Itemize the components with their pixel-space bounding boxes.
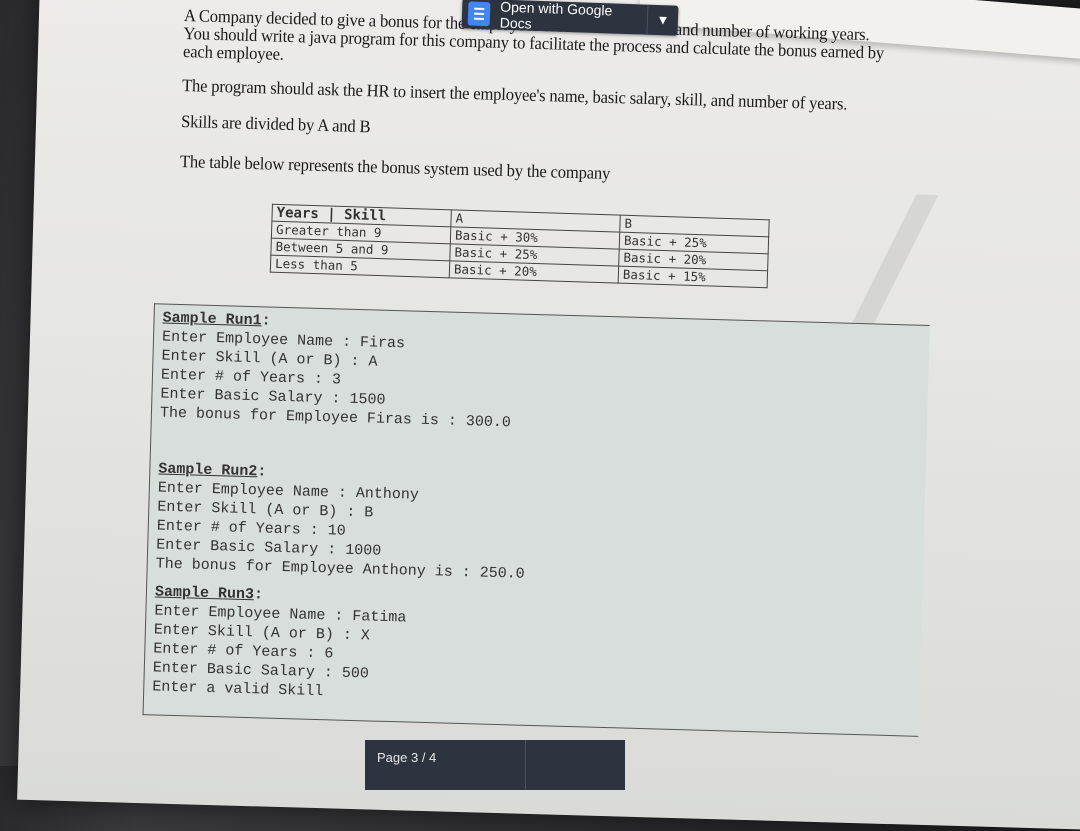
page-indicator-bar: Page 3 / 4	[365, 740, 625, 790]
page-indicator: Page 3 / 4	[377, 750, 437, 765]
chevron-down-icon[interactable]: ▼	[646, 4, 679, 36]
sample-run-2: Sample Run2: Enter Employee Name : Antho…	[155, 460, 527, 584]
skills-paragraph: Skills are divided by A and B	[180, 110, 371, 137]
table-cell: Basic + 15%	[618, 266, 768, 288]
bonus-table: Years | Skill A B Greater than 9 Basic +…	[270, 204, 770, 289]
sample-run-1: Sample Run1: Enter Employee Name : Firas…	[160, 309, 514, 433]
document-page: A Company decided to give a bonus for th…	[17, 0, 1080, 830]
divider	[525, 740, 526, 790]
google-docs-icon	[467, 1, 491, 27]
sample-run-3: Sample Run3: Enter Employee Name : Fatim…	[152, 582, 407, 703]
table-intro-paragraph: The table below represents the bonus sys…	[179, 150, 611, 183]
sample-runs-box: Sample Run1: Enter Employee Name : Firas…	[142, 303, 930, 737]
program-paragraph: The program should ask the HR to insert …	[181, 75, 848, 114]
open-with-google-docs-button[interactable]: Open with Google Docs	[499, 0, 647, 36]
